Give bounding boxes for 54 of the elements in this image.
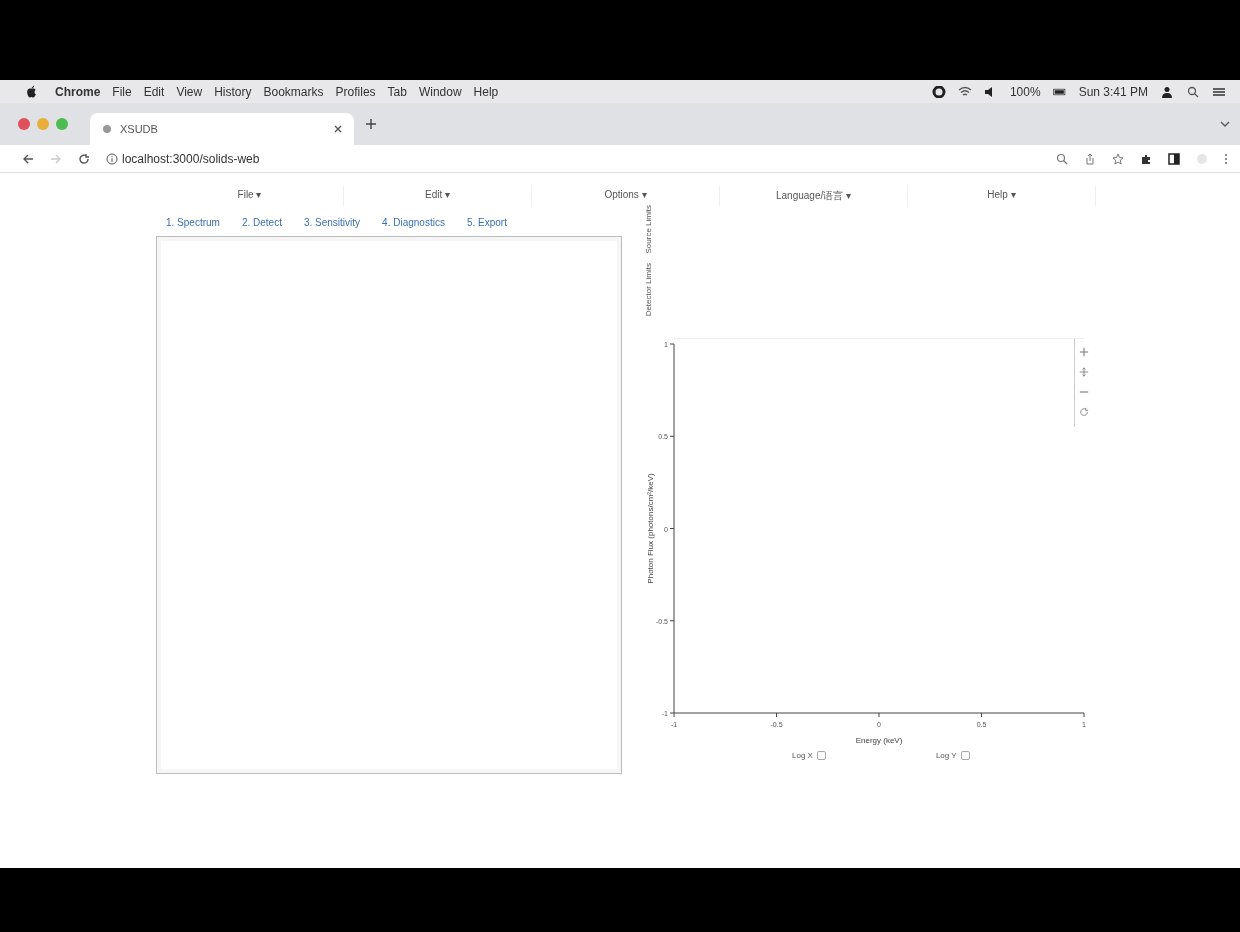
checkbox[interactable] — [960, 751, 970, 760]
apple-icon[interactable] — [26, 85, 37, 98]
step-tab[interactable]: 2. Detect — [241, 217, 282, 228]
step-tab[interactable]: 1. Spectrum — [166, 217, 220, 228]
side-tab[interactable]: Source Limits — [644, 205, 668, 254]
menu-item[interactable]: Bookmarks — [263, 84, 324, 99]
step-tab[interactable]: 5. Export — [466, 217, 507, 228]
step-tab[interactable]: 4. Diagnostics — [382, 217, 445, 228]
close-icon[interactable] — [334, 125, 342, 133]
menu-item[interactable]: Chrome — [55, 84, 101, 99]
share-icon[interactable] — [1084, 152, 1096, 165]
menu-dropdown[interactable]: Edit ▾ — [344, 185, 532, 207]
sidebar-icon[interactable] — [1168, 152, 1180, 165]
menu-item[interactable]: Help — [473, 84, 499, 99]
wifi-icon[interactable] — [957, 85, 972, 98]
zoom-in-icon[interactable] — [1079, 347, 1089, 357]
x-axis-label: Energy (keV) — [855, 736, 903, 745]
tab-title: XSUDB — [120, 123, 159, 135]
menu-item[interactable]: View — [176, 84, 203, 99]
address-field[interactable]: localhost:3000/solids-web — [106, 151, 260, 166]
puzzle-icon[interactable] — [1140, 152, 1152, 165]
side-tab[interactable]: Detector Limits — [644, 263, 668, 317]
menu-item[interactable]: File — [112, 84, 132, 99]
reset-icon[interactable] — [1079, 407, 1089, 417]
y-axis-label: Photon Flux (photons/cm²/keV) — [646, 473, 655, 584]
menu-item[interactable]: Edit — [143, 84, 165, 99]
clock[interactable]: Sun 3:41 PM — [1078, 84, 1148, 99]
step-tab[interactable]: 3. Sensitivity — [303, 217, 361, 228]
menu-dropdown[interactable]: Language/语言 ▾ — [720, 185, 908, 207]
info-icon — [106, 152, 118, 165]
checkbox-label: Log X — [792, 751, 813, 760]
reload-icon[interactable] — [78, 152, 90, 165]
plus-icon[interactable] — [366, 119, 376, 129]
control-center-icon[interactable] — [1212, 85, 1226, 98]
battery-percentage: 100% — [1009, 84, 1041, 99]
user-icon[interactable] — [1160, 85, 1174, 98]
menu-item[interactable]: Profiles — [335, 84, 376, 99]
menu-dropdown[interactable]: Help ▾ — [908, 185, 1096, 207]
checkbox-label: Log Y — [935, 751, 957, 760]
globe-icon — [102, 124, 112, 134]
back-icon[interactable] — [22, 152, 34, 165]
more-icon[interactable] — [1224, 152, 1228, 165]
checkbox[interactable] — [816, 751, 826, 760]
menu-dropdown[interactable]: File ▾ — [156, 185, 344, 207]
menu-item[interactable]: History — [214, 84, 252, 99]
star-icon[interactable] — [1112, 152, 1124, 165]
browser-tab[interactable]: XSUDB — [90, 113, 354, 145]
close-window-icon[interactable] — [18, 118, 30, 130]
menu-item[interactable]: Tab — [387, 84, 407, 99]
pan-icon[interactable] — [1079, 367, 1089, 377]
menu-item[interactable]: Window — [418, 84, 462, 99]
search-icon[interactable] — [1056, 152, 1068, 165]
search-icon[interactable] — [1186, 85, 1200, 98]
chevron-down-icon[interactable] — [1220, 121, 1230, 127]
